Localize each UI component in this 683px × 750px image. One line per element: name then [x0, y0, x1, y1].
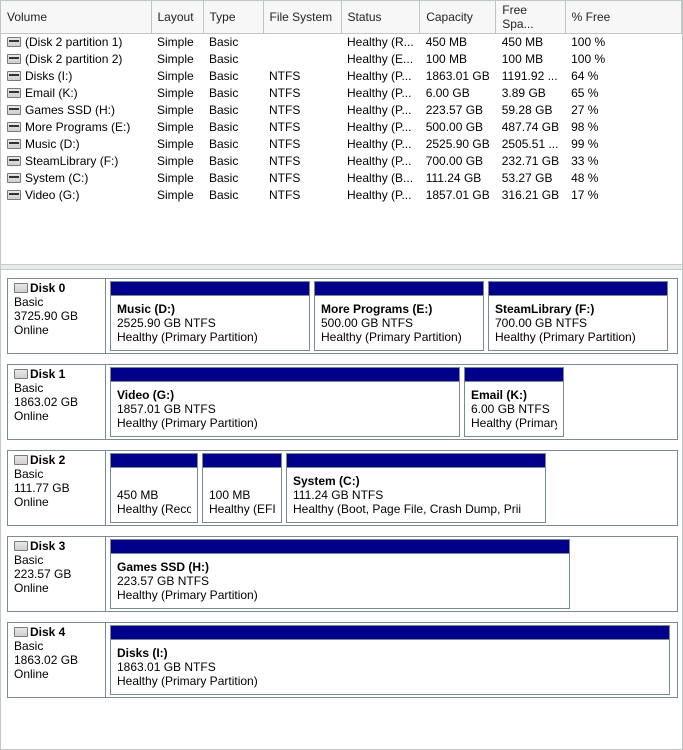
- volume-table[interactable]: Volume Layout Type File System Status Ca…: [1, 1, 682, 204]
- col-type[interactable]: Type: [203, 1, 263, 34]
- partition-title: More Programs (E:): [321, 302, 477, 316]
- partition[interactable]: More Programs (E:)500.00 GB NTFSHealthy …: [314, 281, 484, 351]
- partition-bar: [489, 282, 667, 296]
- drive-icon: [7, 71, 21, 81]
- table-row[interactable]: Games SSD (H:)SimpleBasicNTFSHealthy (P.…: [1, 102, 682, 119]
- disk-header[interactable]: Disk 3Basic223.57 GBOnline: [8, 537, 106, 611]
- disk-row[interactable]: Disk 4Basic1863.02 GBOnlineDisks (I:)186…: [7, 622, 678, 698]
- disk-icon: [14, 369, 28, 379]
- partition[interactable]: 100 MBHealthy (EFI Sy: [202, 453, 282, 523]
- drive-icon: [7, 105, 21, 115]
- partition-bar: [465, 368, 563, 382]
- table-row[interactable]: More Programs (E:)SimpleBasicNTFSHealthy…: [1, 119, 682, 136]
- partition-status: Healthy (Primary Partition): [117, 588, 563, 602]
- col-capacity[interactable]: Capacity: [420, 1, 496, 34]
- partition-title: Video (G:): [117, 388, 453, 402]
- drive-icon: [7, 37, 21, 47]
- disk-icon: [14, 283, 28, 293]
- drive-icon: [7, 139, 21, 149]
- disk-row[interactable]: Disk 1Basic1863.02 GBOnlineVideo (G:)185…: [7, 364, 678, 440]
- drive-icon: [7, 156, 21, 166]
- disk-header[interactable]: Disk 1Basic1863.02 GBOnline: [8, 365, 106, 439]
- disk-icon: [14, 627, 28, 637]
- disk-row[interactable]: Disk 0Basic3725.90 GBOnlineMusic (D:)252…: [7, 278, 678, 354]
- table-row[interactable]: (Disk 2 partition 1)SimpleBasicHealthy (…: [1, 34, 682, 51]
- partition-status: Healthy (Boot, Page File, Crash Dump, Pr…: [293, 502, 539, 516]
- partition[interactable]: 450 MBHealthy (Recovery P: [110, 453, 198, 523]
- partition-status: Healthy (Primary Partition): [321, 330, 477, 344]
- volume-list-pane: Volume Layout Type File System Status Ca…: [1, 1, 682, 264]
- partition-size: 100 MB: [209, 488, 275, 502]
- partition-size: 700.00 GB NTFS: [495, 316, 661, 330]
- partition-size: 6.00 GB NTFS: [471, 402, 557, 416]
- partition-title: System (C:): [293, 474, 539, 488]
- partition-bar: [111, 454, 197, 468]
- table-row[interactable]: Disks (I:)SimpleBasicNTFSHealthy (P...18…: [1, 68, 682, 85]
- partition-title: Games SSD (H:): [117, 560, 563, 574]
- partition-size: 111.24 GB NTFS: [293, 488, 539, 502]
- partition-bar: [111, 282, 309, 296]
- disk-icon: [14, 455, 28, 465]
- disk-row[interactable]: Disk 2Basic111.77 GBOnline450 MBHealthy …: [7, 450, 678, 526]
- partition-size: 2525.90 GB NTFS: [117, 316, 303, 330]
- partition[interactable]: Games SSD (H:)223.57 GB NTFSHealthy (Pri…: [110, 539, 570, 609]
- col-status[interactable]: Status: [341, 1, 420, 34]
- partition-title: Disks (I:): [117, 646, 663, 660]
- partition-status: Healthy (EFI Sy: [209, 502, 275, 516]
- partition-status: Healthy (Primary Partition): [117, 330, 303, 344]
- partition-status: Healthy (Primary Partition): [117, 674, 663, 688]
- disk-header[interactable]: Disk 4Basic1863.02 GBOnline: [8, 623, 106, 697]
- drive-icon: [7, 190, 21, 200]
- table-row[interactable]: SteamLibrary (F:)SimpleBasicNTFSHealthy …: [1, 153, 682, 170]
- partition-size: 223.57 GB NTFS: [117, 574, 563, 588]
- col-filesystem[interactable]: File System: [263, 1, 341, 34]
- disk-header[interactable]: Disk 0Basic3725.90 GBOnline: [8, 279, 106, 353]
- col-pctfree[interactable]: % Free: [565, 1, 681, 34]
- table-row[interactable]: Music (D:)SimpleBasicNTFSHealthy (P...25…: [1, 136, 682, 153]
- drive-icon: [7, 122, 21, 132]
- drive-icon: [7, 173, 21, 183]
- partition[interactable]: SteamLibrary (F:)700.00 GB NTFSHealthy (…: [488, 281, 668, 351]
- partition[interactable]: Disks (I:)1863.01 GB NTFSHealthy (Primar…: [110, 625, 670, 695]
- partition[interactable]: System (C:)111.24 GB NTFSHealthy (Boot, …: [286, 453, 546, 523]
- partition-status: Healthy (Recovery P: [117, 502, 191, 516]
- disk-row[interactable]: Disk 3Basic223.57 GBOnlineGames SSD (H:)…: [7, 536, 678, 612]
- partition-size: 1863.01 GB NTFS: [117, 660, 663, 674]
- table-row[interactable]: Video (G:)SimpleBasicNTFSHealthy (P...18…: [1, 187, 682, 204]
- drive-icon: [7, 54, 21, 64]
- partition-size: 1857.01 GB NTFS: [117, 402, 453, 416]
- col-freespace[interactable]: Free Spa...: [496, 1, 565, 34]
- partition-status: Healthy (Primary Partition): [495, 330, 661, 344]
- col-volume[interactable]: Volume: [1, 1, 151, 34]
- partition-size: 500.00 GB NTFS: [321, 316, 477, 330]
- table-row[interactable]: (Disk 2 partition 2)SimpleBasicHealthy (…: [1, 51, 682, 68]
- partition-bar: [203, 454, 281, 468]
- partition-status: Healthy (Primary Partition): [117, 416, 453, 430]
- disk-icon: [14, 541, 28, 551]
- partition[interactable]: Video (G:)1857.01 GB NTFSHealthy (Primar…: [110, 367, 460, 437]
- drive-icon: [7, 88, 21, 98]
- partition-bar: [315, 282, 483, 296]
- partition[interactable]: Music (D:)2525.90 GB NTFSHealthy (Primar…: [110, 281, 310, 351]
- disk-header[interactable]: Disk 2Basic111.77 GBOnline: [8, 451, 106, 525]
- col-layout[interactable]: Layout: [151, 1, 203, 34]
- partition-bar: [111, 626, 669, 640]
- partition-bar: [287, 454, 545, 468]
- partition-size: 450 MB: [117, 488, 191, 502]
- table-row[interactable]: System (C:)SimpleBasicNTFSHealthy (B...1…: [1, 170, 682, 187]
- partition-bar: [111, 540, 569, 554]
- partition-title: SteamLibrary (F:): [495, 302, 661, 316]
- table-row[interactable]: Email (K:)SimpleBasicNTFSHealthy (P...6.…: [1, 85, 682, 102]
- partition-bar: [111, 368, 459, 382]
- partition-title: Email (K:): [471, 388, 557, 402]
- partition-status: Healthy (Primary Partition): [471, 416, 557, 430]
- partition-title: Music (D:): [117, 302, 303, 316]
- partition[interactable]: Email (K:)6.00 GB NTFSHealthy (Primary P…: [464, 367, 564, 437]
- disk-layout-pane: Disk 0Basic3725.90 GBOnlineMusic (D:)252…: [1, 270, 682, 698]
